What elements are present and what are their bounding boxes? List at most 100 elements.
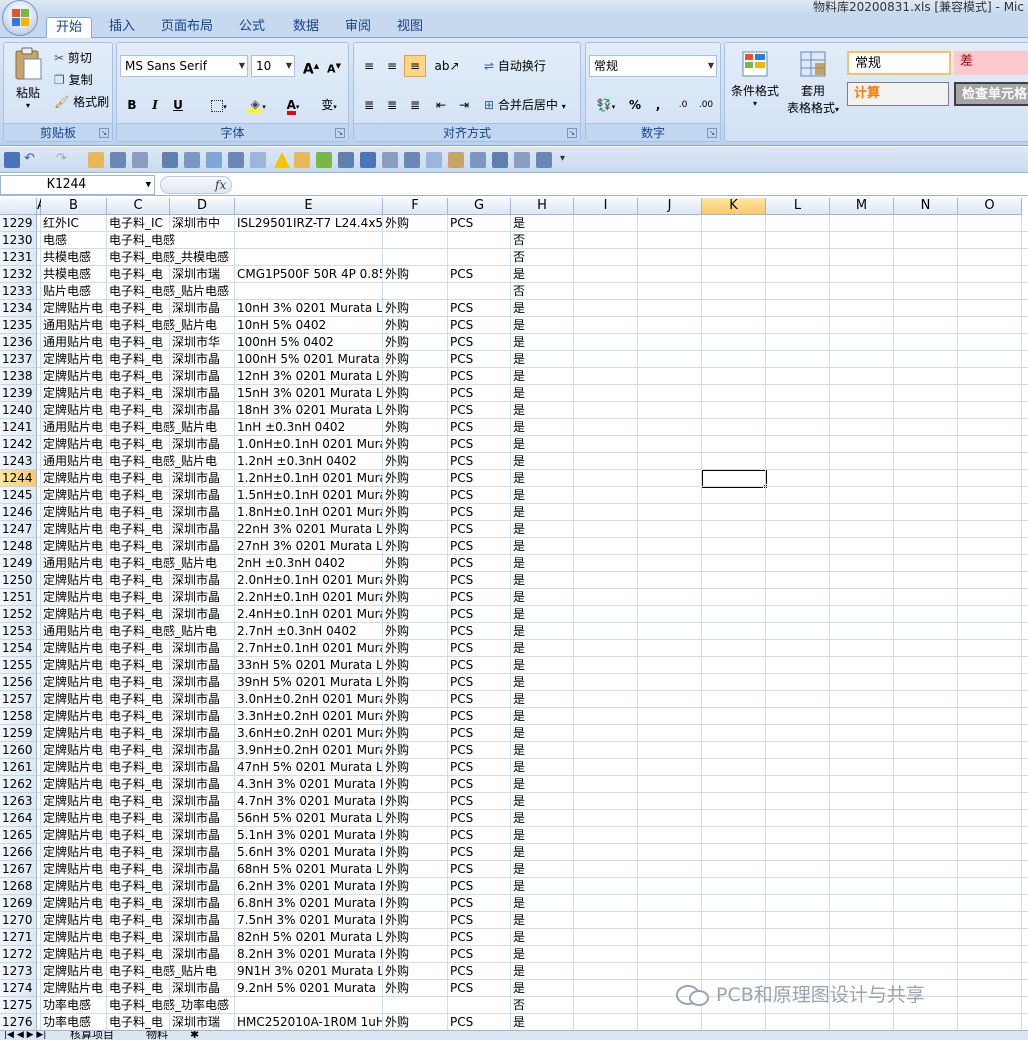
table-cell[interactable]: 27nH 3% 0201 Murata LQ — [235, 538, 383, 555]
row-header[interactable]: 1273 — [0, 963, 37, 980]
column-header-m[interactable]: M — [830, 198, 894, 215]
increase-decimal-button[interactable]: .0 — [672, 94, 694, 116]
column-header-h[interactable]: H — [511, 198, 574, 215]
table-cell[interactable]: 是 — [511, 606, 574, 623]
table-cell[interactable]: 定牌贴片电 — [41, 793, 107, 810]
font-name-select[interactable]: MS Sans Serif ▼ — [120, 55, 248, 77]
table-cell[interactable]: 是 — [511, 334, 574, 351]
row-header[interactable]: 1255 — [0, 657, 37, 674]
table-cell[interactable]: 2nH ±0.3nH 0402 — [235, 555, 383, 572]
table-cell[interactable]: 是 — [511, 436, 574, 453]
table-cell[interactable]: PCS — [448, 878, 511, 895]
table-cell[interactable]: 是 — [511, 1014, 574, 1031]
table-cell[interactable]: 电子料_电 — [107, 861, 170, 878]
row-header[interactable]: 1243 — [0, 453, 37, 470]
comma-button[interactable]: , — [647, 94, 669, 116]
table-cell[interactable]: 1nH ±0.3nH 0402 — [235, 419, 383, 436]
table-cell[interactable]: 定牌贴片电 — [41, 946, 107, 963]
table-cell[interactable]: 否 — [511, 249, 574, 266]
table-cell[interactable]: 深圳市晶 — [170, 810, 235, 827]
table-cell[interactable]: 8.2nH 3% 0201 Murata LC — [235, 946, 383, 963]
table-cell[interactable]: 定牌贴片电 — [41, 674, 107, 691]
row-header[interactable]: 1240 — [0, 402, 37, 419]
table-cell[interactable]: 电子料_电 — [107, 436, 170, 453]
table-cell[interactable]: 9N1H 3% 0201 Murata LC — [235, 963, 383, 980]
table-cell[interactable]: 是 — [511, 878, 574, 895]
table-cell[interactable]: 定牌贴片电 — [41, 980, 107, 997]
row-header[interactable]: 1269 — [0, 895, 37, 912]
toolbar-tool-icon[interactable] — [382, 152, 398, 168]
table-cell[interactable]: PCS — [448, 895, 511, 912]
table-cell[interactable]: 68nH 5% 0201 Murata LQ — [235, 861, 383, 878]
table-cell[interactable]: 共模电感 — [41, 266, 107, 283]
table-cell[interactable]: 是 — [511, 419, 574, 436]
toolbar-tool-icon[interactable] — [536, 152, 552, 168]
toolbar-tool-icon[interactable] — [426, 152, 442, 168]
row-header[interactable]: 1253 — [0, 623, 37, 640]
table-cell[interactable]: PCS — [448, 453, 511, 470]
table-cell[interactable]: 深圳市晶 — [170, 487, 235, 504]
table-cell[interactable]: 外购 — [383, 878, 448, 895]
table-cell[interactable]: 深圳市晶 — [170, 538, 235, 555]
toolbar-tool-icon[interactable] — [448, 152, 464, 168]
table-cell[interactable]: 电子料_电感_贴片电 — [107, 963, 235, 980]
align-bottom-icon[interactable]: ≡ — [404, 55, 426, 77]
table-cell[interactable]: PCS — [448, 657, 511, 674]
align-center-icon[interactable]: ≣ — [381, 94, 403, 116]
table-cell[interactable]: 通用贴片电 — [41, 453, 107, 470]
table-cell[interactable]: 外购 — [383, 963, 448, 980]
table-cell[interactable]: 定牌贴片电 — [41, 691, 107, 708]
underline-button[interactable]: U — [167, 94, 189, 116]
table-cell[interactable]: 定牌贴片电 — [41, 606, 107, 623]
toolbar-tool-icon[interactable] — [110, 152, 126, 168]
font-color-button[interactable]: A▾ — [277, 94, 309, 116]
table-cell[interactable]: 定牌贴片电 — [41, 895, 107, 912]
row-header[interactable]: 1276 — [0, 1014, 37, 1031]
row-header[interactable]: 1258 — [0, 708, 37, 725]
table-cell[interactable]: 39nH 5% 0201 Murata LQ — [235, 674, 383, 691]
tab-page-layout[interactable]: 页面布局 — [154, 17, 220, 39]
align-left-icon[interactable]: ≣ — [358, 94, 380, 116]
table-cell[interactable]: 定牌贴片电 — [41, 861, 107, 878]
table-cell[interactable]: 定牌贴片电 — [41, 572, 107, 589]
table-cell[interactable]: 外购 — [383, 623, 448, 640]
table-cell[interactable]: 外购 — [383, 810, 448, 827]
toolbar-tool-icon[interactable] — [404, 152, 420, 168]
shrink-font-button[interactable]: A▼ — [323, 55, 345, 77]
table-cell[interactable]: 5.6nH 3% 0201 Murata LC — [235, 844, 383, 861]
tab-view[interactable]: 视图 — [388, 17, 432, 39]
row-header[interactable]: 1270 — [0, 912, 37, 929]
table-cell[interactable]: 100nH 5% 0201 Murata L — [235, 351, 383, 368]
row-header[interactable]: 1232 — [0, 266, 37, 283]
table-cell[interactable]: 否 — [511, 232, 574, 249]
number-launcher-icon[interactable]: ↘ — [707, 128, 717, 138]
row-header[interactable]: 1245 — [0, 487, 37, 504]
table-cell[interactable]: 1.2nH ±0.3nH 0402 — [235, 453, 383, 470]
column-header-k[interactable]: K — [702, 198, 766, 215]
table-cell[interactable]: PCS — [448, 385, 511, 402]
table-cell[interactable]: 12nH 3% 0201 Murata LQ — [235, 368, 383, 385]
style-calculation[interactable]: 计算 — [847, 82, 949, 106]
table-cell[interactable]: 电子料_电 — [107, 725, 170, 742]
toolbar-tool-icon[interactable] — [206, 152, 222, 168]
table-cell[interactable]: 外购 — [383, 980, 448, 997]
row-header[interactable]: 1248 — [0, 538, 37, 555]
table-cell[interactable]: 外购 — [383, 674, 448, 691]
table-cell[interactable]: 外购 — [383, 691, 448, 708]
table-cell[interactable]: 外购 — [383, 895, 448, 912]
table-cell[interactable]: 是 — [511, 453, 574, 470]
table-cell[interactable]: 定牌贴片电 — [41, 402, 107, 419]
row-header[interactable]: 1263 — [0, 793, 37, 810]
table-cell[interactable]: 电子料_电 — [107, 827, 170, 844]
table-cell[interactable]: 深圳市中 — [170, 215, 235, 232]
table-cell[interactable]: 9.2nH 5% 0201 Murata — [235, 980, 383, 997]
format-painter-button[interactable]: 🖌 格式刷 — [54, 93, 109, 110]
table-cell[interactable]: PCS — [448, 674, 511, 691]
table-cell[interactable]: 深圳市晶 — [170, 572, 235, 589]
table-cell[interactable]: PCS — [448, 538, 511, 555]
table-cell[interactable]: 82nH 5% 0201 Murata LQ — [235, 929, 383, 946]
table-cell[interactable]: 是 — [511, 657, 574, 674]
name-box[interactable]: K1244 ▼ — [0, 175, 155, 195]
column-header-i[interactable]: I — [574, 198, 638, 215]
table-cell[interactable]: 红外IC — [41, 215, 107, 232]
